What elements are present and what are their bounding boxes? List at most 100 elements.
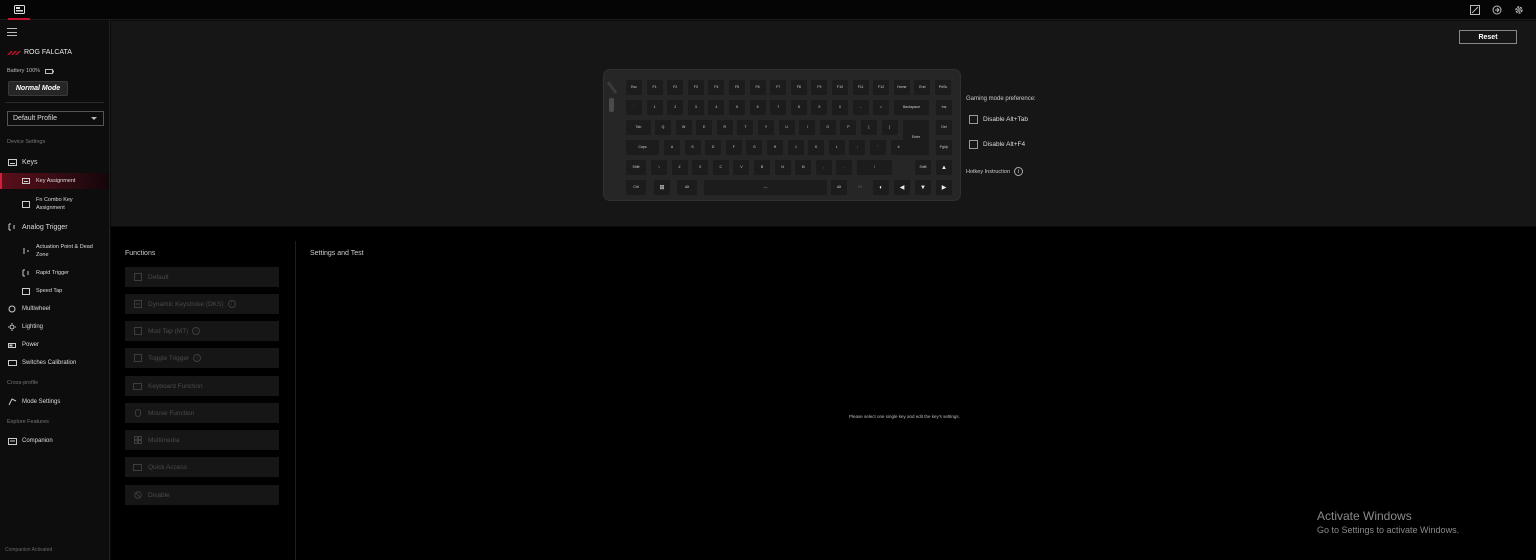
sidebar-item-actuation-point[interactable]: Actuation Point & Dead Zone: [0, 240, 109, 262]
info-icon[interactable]: i: [192, 327, 201, 335]
function-mod-tap[interactable]: Mod Tap (MT) i: [125, 321, 279, 341]
key[interactable]: ;: [849, 140, 866, 155]
key[interactable]: —: [704, 180, 827, 195]
function-mouse-function[interactable]: Mouse Function: [125, 403, 279, 423]
function-multimedia[interactable]: Multimedia: [125, 430, 279, 450]
key[interactable]: W: [675, 120, 692, 135]
key[interactable]: ▶: [936, 180, 952, 195]
key[interactable]: -: [852, 100, 869, 115]
gear-icon[interactable]: [1512, 3, 1526, 17]
key[interactable]: 6: [749, 100, 766, 115]
function-keyboard-function[interactable]: Keyboard Function: [125, 376, 279, 396]
key[interactable]: 3: [687, 100, 704, 115]
key[interactable]: U: [778, 120, 795, 135]
key[interactable]: F: [725, 140, 742, 155]
sidebar-item-mode-settings[interactable]: Mode Settings: [0, 396, 109, 408]
sync-icon[interactable]: [1490, 3, 1504, 17]
mode-button[interactable]: Normal Mode: [8, 81, 68, 96]
key[interactable]: /: [857, 160, 892, 175]
key[interactable]: F2: [667, 80, 684, 95]
checkbox-disable-alt-f4[interactable]: [969, 140, 978, 149]
key[interactable]: Z: [671, 160, 688, 175]
key[interactable]: Ins: [936, 100, 952, 115]
sidebar-item-speed-tap[interactable]: Speed Tap: [0, 285, 109, 297]
key[interactable]: Backspace: [894, 100, 929, 115]
key[interactable]: F5: [729, 80, 745, 95]
key[interactable]: PgUp: [936, 140, 952, 155]
hotkey-instruction[interactable]: Hotkey Instruction i: [966, 167, 1024, 176]
key[interactable]: F8: [790, 80, 807, 95]
key[interactable]: F7: [770, 80, 787, 95]
key[interactable]: T: [737, 120, 754, 135]
checkbox-disable-alt-tab[interactable]: [969, 115, 978, 124]
option-disable-alt-tab[interactable]: Disable Alt+Tab: [969, 115, 1028, 124]
function-toggle-trigger[interactable]: Toggle Trigger i: [125, 348, 279, 368]
key[interactable]: Shift: [626, 160, 646, 175]
key[interactable]: Alt: [831, 180, 847, 195]
key[interactable]: F10: [832, 80, 848, 95]
key[interactable]: F12: [873, 80, 890, 95]
key[interactable]: ▲: [936, 160, 952, 175]
key[interactable]: B: [754, 160, 770, 175]
key[interactable]: I: [799, 120, 816, 135]
edit-icon[interactable]: [1468, 3, 1482, 17]
sidebar-item-companion[interactable]: Companion: [0, 435, 109, 447]
key[interactable]: F6: [749, 80, 766, 95]
key[interactable]: Shift: [915, 160, 931, 175]
key[interactable]: Home: [893, 80, 910, 95]
key[interactable]: V: [733, 160, 750, 175]
key[interactable]: #: [890, 140, 907, 155]
key[interactable]: 2: [667, 100, 684, 115]
key[interactable]: =: [873, 100, 890, 115]
key[interactable]: PrtSc: [935, 80, 951, 95]
function-disable[interactable]: Disable: [125, 485, 279, 505]
info-icon[interactable]: i: [193, 354, 202, 362]
key[interactable]: Caps: [626, 140, 659, 155]
key[interactable]: K: [808, 140, 825, 155]
key[interactable]: N: [774, 160, 791, 175]
key[interactable]: 4: [708, 100, 725, 115]
info-icon[interactable]: i: [227, 300, 236, 308]
key[interactable]: A: [664, 140, 680, 155]
key[interactable]: Fn: [852, 180, 868, 195]
key[interactable]: ⊞: [654, 180, 670, 195]
key[interactable]: Alt: [677, 180, 697, 195]
key[interactable]: ◐: [873, 180, 889, 195]
key[interactable]: L: [828, 140, 845, 155]
function-default[interactable]: Default: [125, 267, 279, 287]
key[interactable]: Esc: [626, 80, 642, 95]
key[interactable]: 7: [770, 100, 787, 115]
key[interactable]: .: [836, 160, 853, 175]
key[interactable]: Q: [655, 120, 671, 135]
key[interactable]: Del: [936, 120, 952, 135]
sidebar-item-rapid-trigger[interactable]: Rapid Trigger: [0, 267, 109, 279]
sidebar-item-lighting[interactable]: Lighting: [0, 321, 109, 333]
key[interactable]: R: [716, 120, 733, 135]
key[interactable]: ▼: [915, 180, 931, 195]
key[interactable]: F4: [708, 80, 725, 95]
sidebar-item-analog-trigger[interactable]: Analog Trigger: [0, 221, 109, 233]
key[interactable]: ': [870, 140, 886, 155]
sidebar-item-multiwheel[interactable]: Multiwheel: [0, 303, 109, 315]
key[interactable]: [: [861, 120, 877, 135]
key[interactable]: ,: [815, 160, 832, 175]
app-home-icon[interactable]: [8, 0, 30, 20]
key[interactable]: `: [626, 100, 642, 115]
key[interactable]: Ctrl: [626, 180, 646, 195]
key[interactable]: ◀: [894, 180, 910, 195]
key[interactable]: X: [692, 160, 709, 175]
function-quick-access[interactable]: Quick Access: [125, 457, 279, 477]
key[interactable]: 5: [729, 100, 745, 115]
key[interactable]: F9: [811, 80, 828, 95]
menu-icon[interactable]: [7, 28, 17, 36]
key[interactable]: 0: [832, 100, 848, 115]
key[interactable]: G: [746, 140, 763, 155]
key[interactable]: O: [819, 120, 836, 135]
key[interactable]: F11: [852, 80, 869, 95]
key[interactable]: Enter: [903, 120, 929, 155]
sidebar-item-keys[interactable]: Keys: [0, 156, 109, 168]
key[interactable]: 8: [790, 100, 807, 115]
key[interactable]: D: [705, 140, 722, 155]
function-dks[interactable]: Dynamic Keystroke (DKS) i: [125, 294, 279, 314]
key[interactable]: F1: [646, 80, 663, 95]
